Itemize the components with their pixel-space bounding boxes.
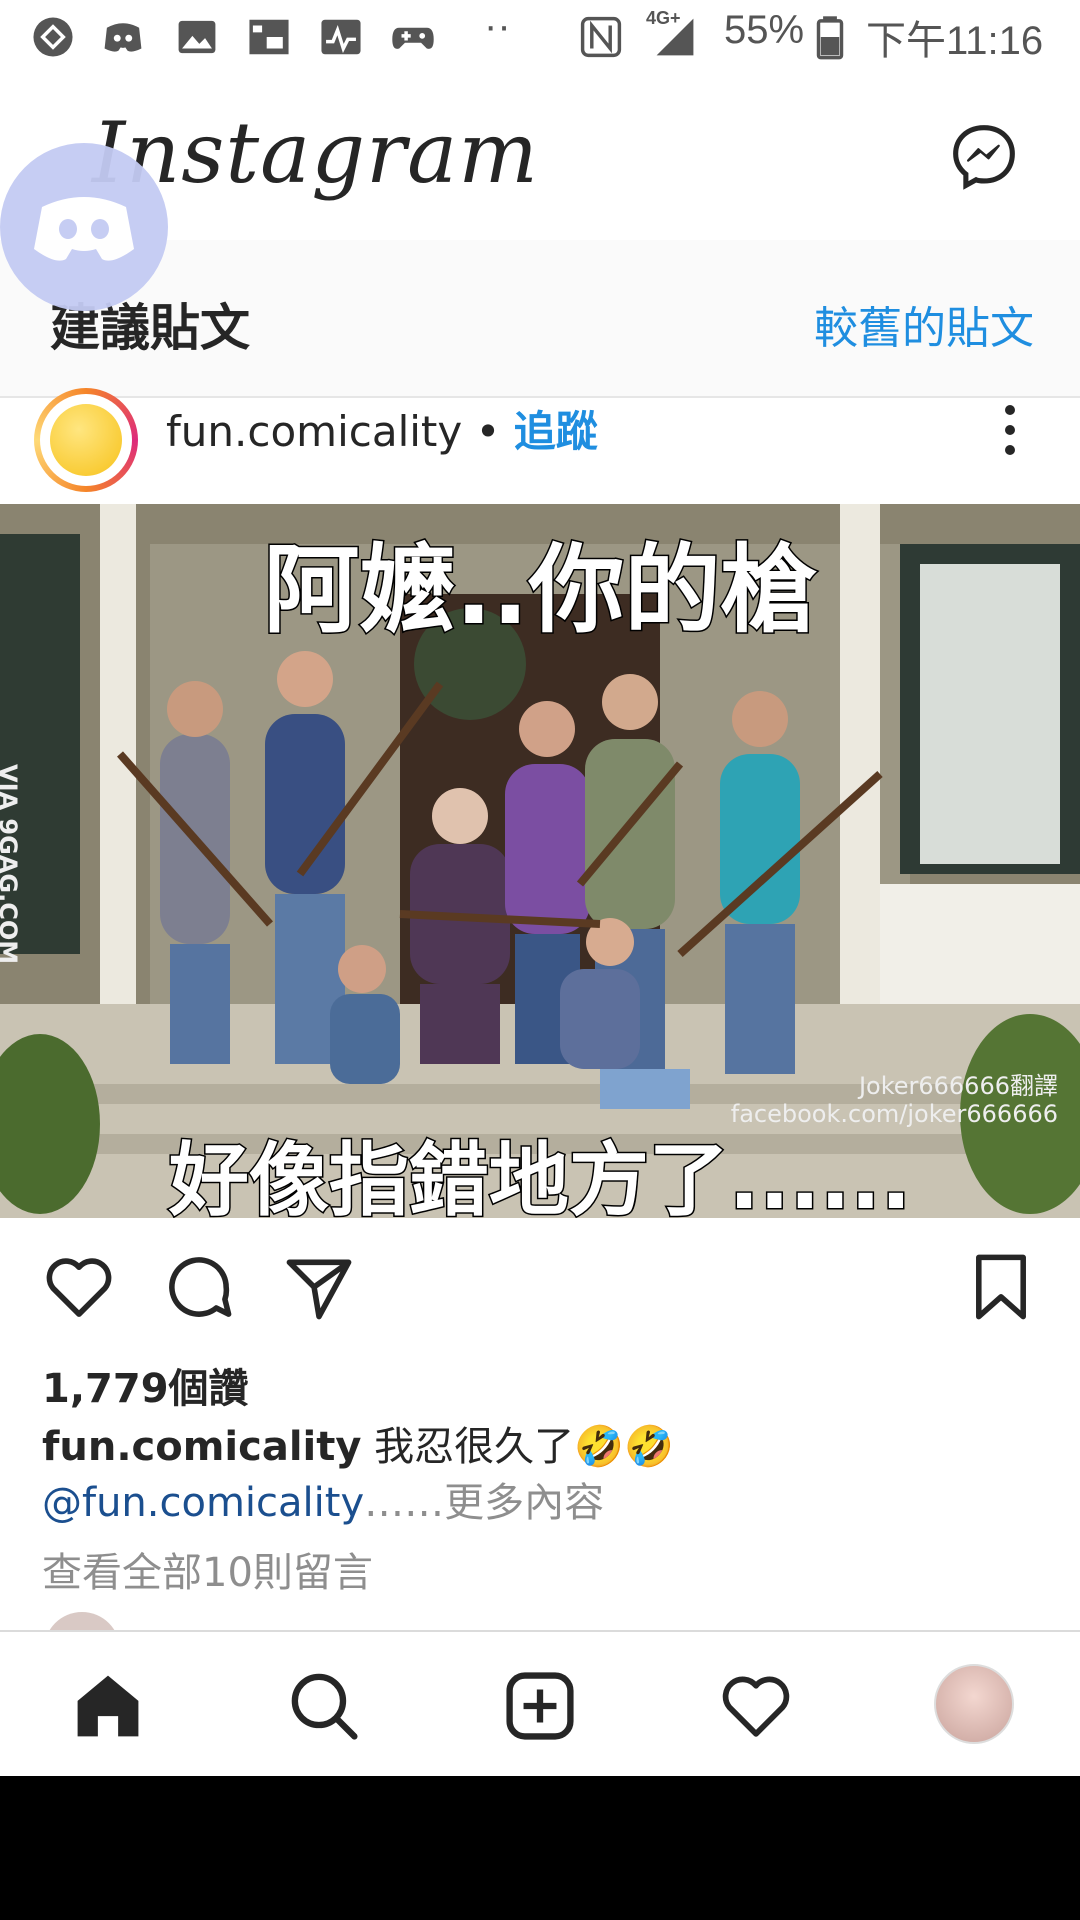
emoji-face-icon	[50, 404, 122, 476]
like-heart-icon[interactable]	[42, 1250, 116, 1324]
caption-username[interactable]: fun.comicality	[42, 1424, 361, 1470]
clock: 下午11:16	[866, 19, 1044, 63]
messenger-icon[interactable]	[950, 122, 1018, 190]
mention-link[interactable]: @fun.comicality	[42, 1480, 364, 1526]
more-dots-icon: ··	[484, 4, 511, 48]
separator: •	[475, 407, 501, 456]
instagram-logo: Instagram	[92, 104, 539, 202]
bottom-navigation	[0, 1630, 1080, 1778]
share-send-icon[interactable]	[282, 1250, 356, 1324]
post-caption: fun.comicality 我忍很久了🤣🤣	[42, 1414, 674, 1472]
older-posts-link[interactable]: 較舊的貼文	[814, 292, 1034, 356]
signal-icon	[656, 18, 694, 56]
watermark-9gag: VIA 9GAG.COM	[0, 764, 22, 965]
profile-avatar[interactable]	[934, 1664, 1014, 1744]
save-bookmark-icon[interactable]	[964, 1250, 1038, 1324]
heart-icon[interactable]	[718, 1668, 794, 1744]
more-content-link[interactable]: ……更多內容	[364, 1480, 604, 1526]
home-icon[interactable]	[70, 1668, 146, 1744]
picture-icon	[249, 19, 289, 55]
post-author-line: fun.comicality • 追蹤	[166, 398, 598, 459]
battery-icon	[816, 16, 844, 60]
watermark-credit-line-1: Joker666666翻譯	[858, 1072, 1058, 1100]
discord-icon	[34, 197, 134, 261]
post-image[interactable]: 阿嬤..你的槍 好像指錯地方了...... VIA 9GAG.COM Joker…	[0, 504, 1080, 1218]
watermark-credit-line-2: facebook.com/joker666666	[730, 1100, 1058, 1128]
image-icon	[178, 20, 216, 54]
post-header: fun.comicality • 追蹤	[0, 388, 1080, 502]
meme-caption-top: 阿嬤..你的槍	[262, 533, 818, 648]
system-navigation-area	[0, 1776, 1080, 1920]
gamepad-icon	[392, 27, 434, 49]
status-bar: ·· 4G+ 55% 下午11:16	[0, 0, 1080, 76]
add-icon[interactable]	[502, 1668, 578, 1744]
activity-icon	[321, 19, 361, 55]
like-count[interactable]: 1,779個讚	[42, 1356, 249, 1414]
comment-icon[interactable]	[162, 1250, 236, 1324]
meme-caption-bottom: 好像指錯地方了......	[167, 1133, 912, 1219]
caption-mention-line: @fun.comicality……更多內容	[42, 1470, 604, 1528]
search-icon[interactable]	[286, 1668, 362, 1744]
caption-text: 我忍很久了🤣🤣	[374, 1424, 674, 1470]
battery-percent: 55%	[724, 8, 805, 52]
post-author-avatar[interactable]	[34, 388, 138, 492]
follow-button[interactable]: 追蹤	[514, 407, 598, 456]
discord-overlay-bubble[interactable]	[0, 143, 168, 311]
more-options-icon[interactable]	[990, 400, 1030, 460]
nfc-icon	[580, 16, 622, 58]
watermark-credit: Joker666666翻譯 facebook.com/joker666666	[731, 1072, 1058, 1128]
discord-icon	[104, 23, 142, 52]
post-actions	[0, 1250, 1080, 1330]
app-icon	[33, 17, 73, 57]
view-all-comments-link[interactable]: 查看全部10則留言	[42, 1540, 373, 1598]
post-username[interactable]: fun.comicality	[166, 407, 462, 456]
suggested-posts-bar: 建議貼文 較舊的貼文	[0, 240, 1080, 398]
